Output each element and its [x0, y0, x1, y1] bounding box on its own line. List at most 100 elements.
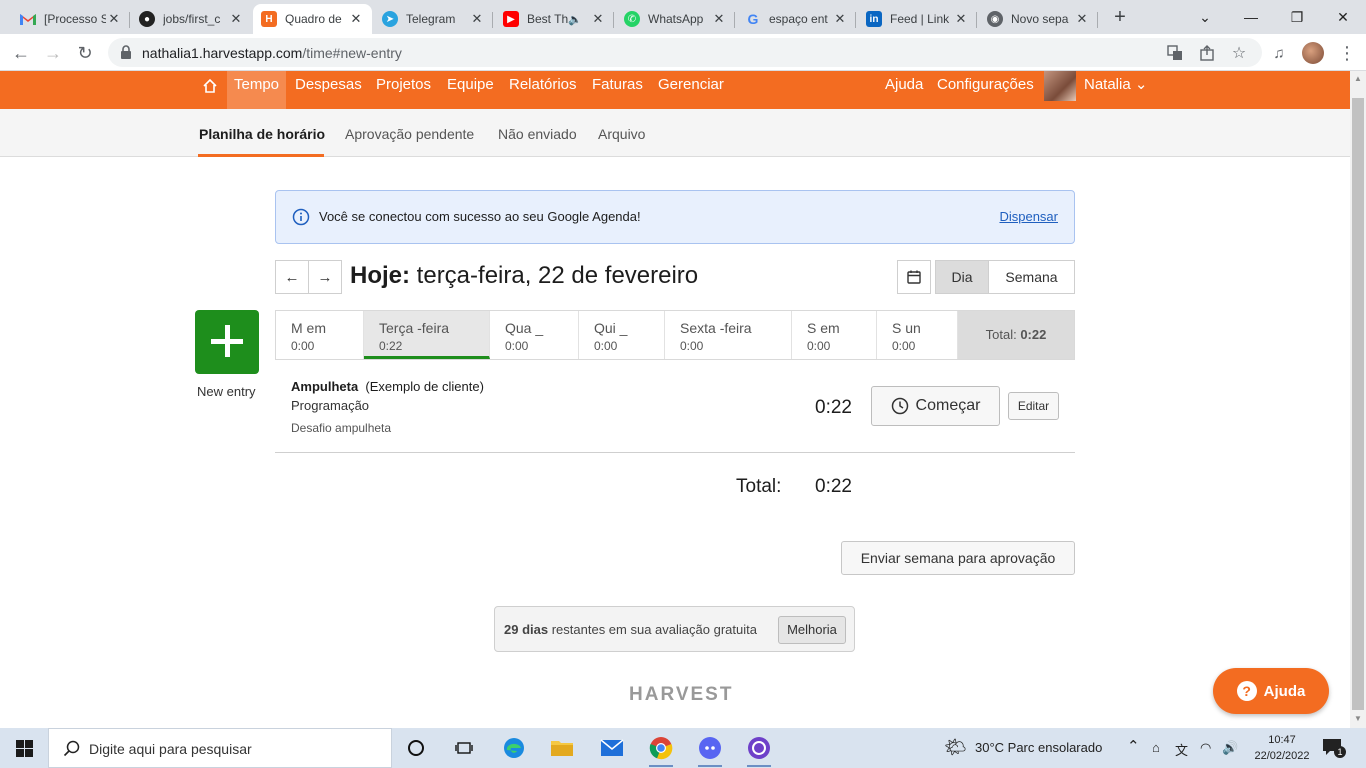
- nav-projetos[interactable]: Projetos: [369, 71, 438, 109]
- page-scrollbar[interactable]: ▲ ▼: [1350, 71, 1366, 728]
- tab-planilha[interactable]: Planilha de horário: [199, 126, 325, 142]
- taskbar-search-input[interactable]: Digite aqui para pesquisar: [48, 728, 392, 768]
- nav-tempo[interactable]: Tempo: [227, 71, 287, 109]
- cortana-icon[interactable]: [392, 728, 440, 768]
- close-icon[interactable]: ✕: [953, 11, 969, 27]
- nav-ajuda[interactable]: Ajuda: [878, 71, 930, 109]
- browser-tab-youtube[interactable]: ▶ Best Th 🔈 ✕: [495, 4, 614, 34]
- arrow-left-icon: ←: [284, 268, 300, 286]
- day-tab-saturday[interactable]: S em 0:00: [792, 311, 877, 359]
- upgrade-button[interactable]: Melhoria: [778, 616, 846, 644]
- day-tab-friday[interactable]: Sexta -feira 0:00: [665, 311, 792, 359]
- new-entry-button[interactable]: [195, 310, 259, 374]
- close-icon[interactable]: ✕: [228, 11, 244, 27]
- day-tab-wednesday[interactable]: Qua _ 0:00: [490, 311, 579, 359]
- edge-icon[interactable]: [490, 728, 538, 768]
- nav-relatorios[interactable]: Relatórios: [502, 71, 584, 109]
- task-view-icon[interactable]: [440, 728, 488, 768]
- close-icon[interactable]: ✕: [348, 11, 364, 27]
- tab-nao-enviado[interactable]: Não enviado: [498, 126, 577, 142]
- github-desktop-icon[interactable]: [735, 728, 783, 768]
- back-icon[interactable]: ←: [8, 40, 34, 66]
- day-tab-monday[interactable]: M em 0:00: [276, 311, 364, 359]
- discord-icon[interactable]: [686, 728, 734, 768]
- view-week-button[interactable]: Semana: [988, 260, 1075, 294]
- tab-arquivo[interactable]: Arquivo: [598, 126, 645, 142]
- help-button[interactable]: ? Ajuda: [1213, 668, 1329, 714]
- day-tab-sunday[interactable]: S un 0:00: [877, 311, 958, 359]
- scroll-down-icon[interactable]: ▼: [1354, 714, 1362, 723]
- browser-tab-gmail[interactable]: [Processo S ✕: [12, 4, 130, 34]
- speaker-icon[interactable]: 🔈: [568, 13, 582, 26]
- mail-icon[interactable]: [588, 728, 636, 768]
- device-icon[interactable]: ⌂: [1152, 740, 1160, 755]
- clock-icon: [891, 397, 908, 415]
- arrow-right-icon: →: [317, 268, 333, 286]
- browser-tab-whatsapp[interactable]: ✆ WhatsApp ✕: [616, 4, 735, 34]
- media-control-icon[interactable]: ♫: [1266, 40, 1292, 66]
- address-bar[interactable]: nathalia1.harvestapp.com/time#new-entry …: [108, 38, 1262, 67]
- page-title: Hoje: terça-feira, 22 de fevereiro: [350, 262, 699, 289]
- home-icon[interactable]: [202, 78, 218, 94]
- profile-avatar[interactable]: [1302, 42, 1324, 64]
- day-tab-thursday[interactable]: Qui _ 0:00: [579, 311, 665, 359]
- menu-icon[interactable]: ⋮: [1334, 40, 1360, 66]
- entry-task: Programação: [291, 398, 370, 413]
- scroll-up-icon[interactable]: ▲: [1354, 74, 1362, 83]
- windows-start-button[interactable]: [0, 728, 48, 768]
- tab-aprovacao-pendente[interactable]: Aprovação pendente: [345, 126, 474, 142]
- next-day-button[interactable]: →: [308, 260, 342, 294]
- forward-icon[interactable]: →: [40, 40, 66, 66]
- file-explorer-icon[interactable]: [538, 728, 586, 768]
- browser-tab-new[interactable]: ◉ Novo sepa ✕: [979, 4, 1098, 34]
- browser-tab-harvest[interactable]: H Quadro de ✕: [253, 4, 372, 34]
- browser-tab-linkedin[interactable]: in Feed | Link ✕: [858, 4, 977, 34]
- start-timer-button[interactable]: Começar: [871, 386, 1000, 426]
- close-window-button[interactable]: ✕: [1320, 0, 1366, 34]
- reload-icon[interactable]: ↻: [72, 40, 98, 66]
- chevron-up-icon[interactable]: ⌃: [1127, 737, 1140, 755]
- close-icon[interactable]: ✕: [1074, 11, 1090, 27]
- notification-center-icon[interactable]: 1: [1322, 738, 1346, 758]
- restore-button[interactable]: ❐: [1274, 0, 1320, 34]
- calendar-button[interactable]: [897, 260, 931, 294]
- dismiss-link[interactable]: Dispensar: [999, 209, 1058, 224]
- view-day-button[interactable]: Dia: [935, 260, 989, 294]
- nav-gerenciar[interactable]: Gerenciar: [651, 71, 731, 109]
- close-icon[interactable]: ✕: [106, 11, 122, 27]
- edit-entry-button[interactable]: Editar: [1008, 392, 1059, 420]
- browser-tab-google[interactable]: G espaço ent ✕: [737, 4, 856, 34]
- close-icon[interactable]: ✕: [711, 11, 727, 27]
- tab-search-icon[interactable]: ⌄: [1182, 0, 1228, 34]
- browser-tab-telegram[interactable]: ➤ Telegram ✕: [374, 4, 493, 34]
- close-icon[interactable]: ✕: [590, 11, 606, 27]
- new-tab-button[interactable]: +: [1108, 6, 1132, 30]
- wifi-icon[interactable]: ◠: [1200, 740, 1211, 756]
- submit-week-button[interactable]: Enviar semana para aprovação: [841, 541, 1075, 575]
- nav-configuracoes[interactable]: Configurações: [930, 71, 1041, 109]
- volume-icon[interactable]: 🔊: [1222, 740, 1238, 756]
- chrome-taskbar-icon[interactable]: [637, 728, 685, 768]
- alert-message: Você se conectou com sucesso ao seu Goog…: [319, 209, 641, 224]
- bookmark-star-icon[interactable]: ☆: [1230, 44, 1248, 62]
- user-avatar[interactable]: [1044, 71, 1076, 101]
- close-icon[interactable]: ✕: [832, 11, 848, 27]
- previous-day-button[interactable]: ←: [275, 260, 309, 294]
- weather-text[interactable]: 30°C Parc ensolarado: [975, 740, 1102, 755]
- scrollbar-thumb[interactable]: [1352, 98, 1364, 710]
- google-calendar-alert: Você se conectou com sucesso ao seu Goog…: [275, 190, 1075, 244]
- nav-equipe[interactable]: Equipe: [440, 71, 501, 109]
- language-icon[interactable]: 文: [1175, 740, 1188, 759]
- day-tab-tuesday[interactable]: Terça -feira 0:22: [364, 311, 490, 359]
- week-day-strip: M em 0:00 Terça -feira 0:22 Qua _ 0:00 Q…: [275, 310, 1075, 360]
- minimize-button[interactable]: —: [1228, 0, 1274, 34]
- browser-tab-github[interactable]: ● jobs/first_c ✕: [131, 4, 252, 34]
- browser-toolbar: ← → ↻ nathalia1.harvestapp.com/time#new-…: [0, 34, 1366, 71]
- close-icon[interactable]: ✕: [469, 11, 485, 27]
- user-menu[interactable]: Natalia ⌄: [1077, 71, 1154, 109]
- system-clock[interactable]: 10:47 22/02/2022: [1252, 732, 1312, 764]
- share-icon[interactable]: [1198, 44, 1216, 62]
- nav-despesas[interactable]: Despesas: [288, 71, 369, 109]
- nav-faturas[interactable]: Faturas: [585, 71, 650, 109]
- translate-icon[interactable]: [1166, 44, 1184, 62]
